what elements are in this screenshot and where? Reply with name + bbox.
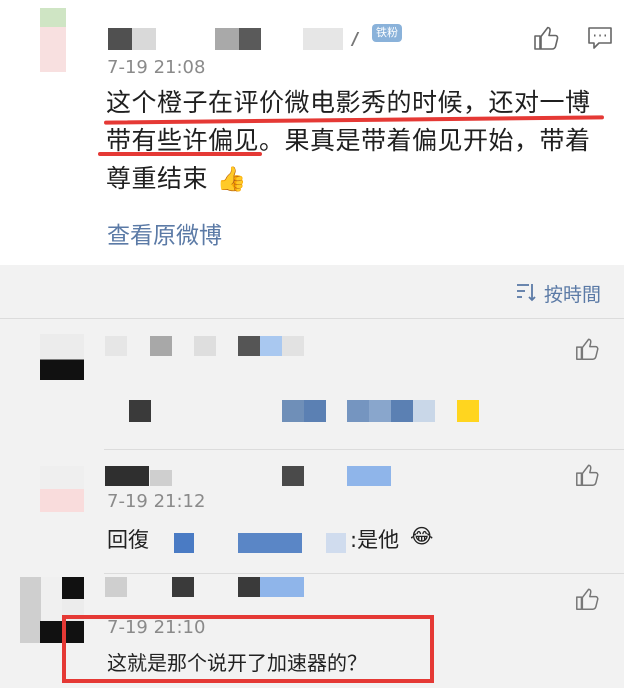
username-redacted — [105, 466, 149, 486]
reply-timestamp: 7-19 21:12 — [107, 491, 206, 512]
username-redacted — [150, 336, 172, 356]
thumbs-up-icon[interactable] — [532, 24, 560, 52]
mention-redacted[interactable] — [174, 533, 194, 553]
reply-content-redacted — [413, 400, 435, 422]
comment-body: 这个橙子在评价微电影秀的时候，还对一博 带有些许偏见。果真是带着偏见开始，带着 … — [106, 84, 606, 198]
username-redacted — [172, 577, 194, 597]
reply-content-redacted — [282, 400, 304, 422]
view-original-link[interactable]: 查看原微博 — [107, 216, 222, 250]
reply-content-redacted — [369, 400, 391, 422]
username-redacted — [350, 32, 372, 46]
username-redacted — [282, 336, 304, 356]
reply-suffix: :是他 — [350, 528, 400, 552]
username-redacted — [105, 577, 127, 597]
username-redacted — [150, 470, 172, 486]
thumbs-up-icon[interactable] — [574, 336, 600, 362]
divider — [104, 573, 624, 574]
mention-redacted[interactable] — [238, 533, 302, 553]
reply-prefix: 回復 — [107, 528, 149, 552]
divider — [0, 318, 624, 319]
username-redacted — [239, 28, 261, 50]
emoji-redacted — [457, 400, 479, 422]
thumbs-up-emoji: 👍 — [216, 165, 247, 193]
comment-timestamp: 7-19 21:08 — [107, 57, 206, 78]
sort-by-time-button[interactable]: 按時間 — [544, 280, 601, 307]
thumbs-up-icon[interactable] — [574, 586, 600, 612]
username-redacted — [282, 466, 304, 486]
avatar[interactable] — [40, 8, 66, 72]
username-redacted — [303, 28, 343, 50]
reply-content-redacted — [347, 400, 369, 422]
username-redacted — [132, 28, 156, 50]
reply-content-redacted — [391, 400, 413, 422]
username-redacted — [238, 577, 260, 597]
username-redacted — [194, 336, 216, 356]
comment-line-text: 尊重结束 — [106, 164, 209, 193]
reply-content-redacted — [129, 400, 151, 422]
highlight-box — [62, 615, 434, 683]
username-redacted — [105, 336, 127, 356]
username-redacted — [215, 28, 239, 50]
sort-icon[interactable] — [516, 282, 538, 302]
laughing-emoji: 😂 — [410, 524, 434, 548]
username-redacted[interactable] — [108, 28, 132, 50]
comment-icon[interactable] — [587, 25, 613, 51]
main-comment: 铁粉 7-19 21:08 这个橙子在评价微电影秀的时候，还对一博 带有些许偏见… — [0, 0, 624, 265]
username-redacted — [238, 336, 260, 356]
thumbs-up-icon[interactable] — [574, 462, 600, 488]
highlight-underline — [98, 152, 262, 156]
reply-content-redacted — [304, 400, 326, 422]
divider — [104, 449, 624, 450]
avatar[interactable] — [40, 466, 84, 512]
username-redacted — [260, 336, 282, 356]
avatar-part — [40, 621, 62, 643]
mention-redacted — [326, 533, 346, 553]
username-redacted — [347, 466, 391, 486]
comment-line: 尊重结束 👍 — [106, 160, 606, 198]
avatar[interactable] — [40, 334, 84, 380]
username-redacted — [260, 577, 304, 597]
fan-badge: 铁粉 — [372, 24, 402, 42]
